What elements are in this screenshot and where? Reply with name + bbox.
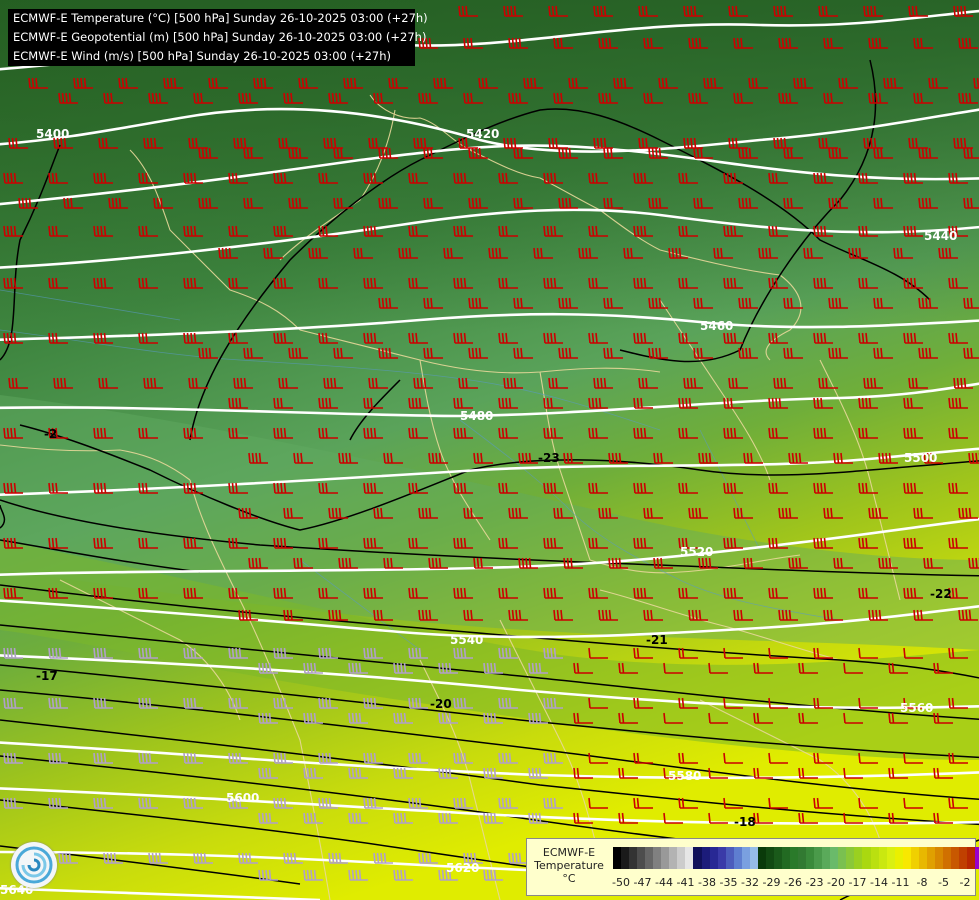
legend-swatch (975, 847, 979, 869)
legend-swatch (757, 847, 766, 869)
legend-swatch (693, 847, 702, 869)
legend-tick: -17 (848, 876, 867, 889)
legend-swatch (846, 847, 855, 869)
legend-swatch (926, 847, 935, 869)
legend-swatch (854, 847, 863, 869)
legend-swatch (669, 847, 678, 869)
legend-swatch (798, 847, 807, 869)
legend-swatch (621, 847, 630, 869)
legend-swatch (749, 847, 758, 869)
legend-swatch (950, 847, 960, 869)
legend-tick: -5 (938, 876, 949, 889)
contour-label: 5460 (700, 319, 733, 333)
legend-swatch (781, 847, 791, 869)
legend-tick: -50 (612, 876, 630, 889)
legend-tick: -26 (784, 876, 802, 889)
legend-color-ramp (613, 847, 979, 869)
contour-label: 5420 (466, 127, 499, 141)
legend-tick: -11 (891, 876, 910, 889)
contour-label: -23 (538, 451, 560, 465)
legend-swatch (661, 847, 670, 869)
legend-title: ECMWF-E Temperature °C (534, 846, 604, 885)
contour-label: 5580 (668, 769, 701, 783)
title-wind: ECMWF-E Wind (m/s) [500 hPa] Sunday 26-1… (13, 49, 392, 63)
contour-label: 5620 (446, 861, 479, 875)
legend-tick: -20 (827, 876, 845, 889)
legend-swatch (790, 847, 799, 869)
contour-label: -18 (734, 815, 756, 829)
legend-swatch (645, 847, 654, 869)
legend-swatch (830, 847, 839, 869)
legend-swatch (685, 847, 694, 869)
legend-swatch (942, 847, 951, 869)
contour-label: 5500 (904, 451, 937, 465)
contour-label: -21 (646, 633, 668, 647)
contour-label: 5560 (900, 701, 933, 715)
title-geopotential: ECMWF-E Geopotential (m) [500 hPa] Sunda… (13, 30, 427, 44)
legend-tick: -44 (655, 876, 673, 889)
legend-swatch (838, 847, 847, 869)
legend-tick: -14 (870, 876, 888, 889)
legend-swatch (967, 847, 976, 869)
legend-swatch (629, 847, 638, 869)
title-temperature: ECMWF-E Temperature (°C) [500 hPa] Sunda… (13, 11, 428, 25)
legend-tick: -2 (959, 876, 971, 889)
legend-swatch (773, 847, 782, 869)
weather-map: 5400 5420 5440 5460 5480 5500 5520 5540 5560 5580… (0, 0, 979, 900)
legend-swatch (613, 847, 622, 869)
contour-label: -20 (430, 697, 452, 711)
contour-label: 5440 (924, 229, 957, 243)
legend-swatch (741, 847, 750, 869)
legend-swatch (814, 847, 823, 869)
legend-swatch (870, 847, 879, 869)
legend-swatch (725, 847, 734, 869)
legend-tick: -32 (741, 876, 759, 889)
legend-swatch (934, 847, 943, 869)
contour-label: -2 (44, 427, 57, 441)
contour-label: 5600 (226, 791, 259, 805)
legend-swatch (733, 847, 742, 869)
legend-swatch (765, 847, 774, 869)
contour-label: 5540 (450, 633, 483, 647)
legend-swatch (959, 847, 968, 869)
contour-label: -17 (36, 669, 58, 683)
legend-swatch (910, 847, 919, 869)
legend-tick: -35 (719, 876, 738, 889)
legend-tick-labels: -50 -47 -44 -41 -38 -35 -32 -29 -26 -23 -20 -17 -14-… (612, 876, 973, 890)
legend-swatch (902, 847, 911, 869)
legend-tick: -41 (676, 876, 695, 889)
legend-tick: -29 (762, 876, 781, 889)
legend-swatch (701, 847, 710, 869)
contour-label: -22 (930, 587, 952, 601)
legend-swatch (886, 847, 895, 869)
legend-tick: -47 (633, 876, 652, 889)
legend-swatch (717, 847, 726, 869)
temperature-legend: ECMWF-E Temperature °C -50 -47 -44 -41 -38 -3… (526, 838, 979, 896)
legend-swatch (822, 847, 831, 869)
legend-tick: -23 (805, 876, 824, 889)
legend-swatch (709, 847, 718, 869)
legend-swatch (878, 847, 887, 869)
contour-label: 5480 (460, 409, 493, 423)
legend-swatch (806, 847, 815, 869)
legend-swatch (637, 847, 646, 869)
map-canvas: 5400 5420 5440 5460 5480 5500 5520 5540 5560 5580… (0, 0, 979, 900)
legend-tick: -38 (698, 876, 716, 889)
legend-swatch (677, 847, 686, 869)
legend-tick: -8 (916, 876, 928, 889)
legend-swatch (862, 847, 871, 869)
legend-swatch (653, 847, 662, 869)
legend-swatch (894, 847, 903, 869)
contour-label: 5400 (36, 127, 69, 141)
ecmwf-logo-icon (11, 842, 57, 888)
map-title-box: ECMWF-E Temperature (°C) [500 hPa] Sunda… (8, 9, 428, 66)
legend-swatch (918, 847, 927, 869)
contour-label: 5520 (680, 545, 713, 559)
